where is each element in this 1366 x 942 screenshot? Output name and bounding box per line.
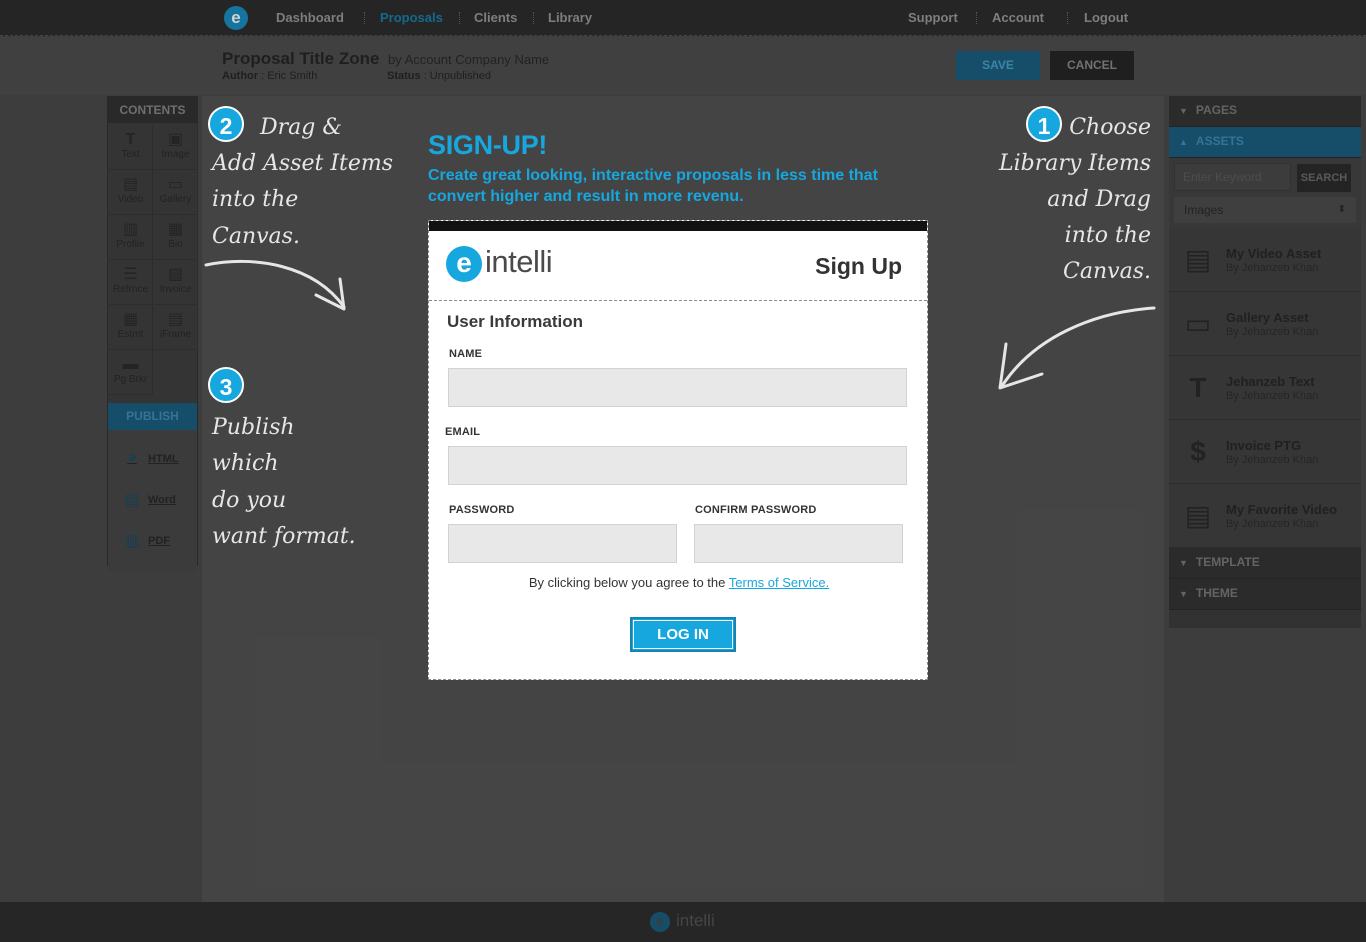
onboarding-overlay: 2 Drag & Add Asset Items into the Canvas… [0,0,1366,942]
step-2-line-2: Add Asset Items [212,151,394,176]
step-1-arrow-icon [998,306,1156,390]
step-3-line-2: which [212,451,279,476]
confirm-password-input[interactable] [694,524,903,563]
step-3-line-4: want format. [212,524,356,549]
modal-top-bar [429,221,927,231]
step-2-line-1: Drag & [260,115,342,140]
password-label: PASSWORD [449,504,515,516]
step-2-line-3: into the [212,187,299,212]
signup-subtext: Create great looking, interactive propos… [428,167,878,205]
modal-header: e intelli Sign Up [429,231,927,301]
email-label: EMAIL [445,426,481,438]
step-3-line-3: do you [212,488,287,513]
password-input[interactable] [448,524,677,563]
intelli-logo-icon: e [446,246,482,282]
name-label: NAME [449,348,483,360]
intelli-logo-text: intelli [485,244,553,279]
name-input[interactable] [448,368,907,407]
signup-modal: e intelli Sign Up User Information NAME … [428,220,928,680]
signup-heading: SIGN-UP! [428,130,548,160]
step-1-line-4: into the [1064,223,1151,248]
email-input[interactable] [448,446,907,485]
step-1-line-5: Canvas. [1063,259,1151,284]
confirm-password-label: CONFIRM PASSWORD [695,504,817,516]
step-3-badge: 3 [208,367,244,403]
step-2-line-4: Canvas. [212,224,300,249]
step-1-line-2: Library Items [998,151,1151,176]
login-button[interactable]: LOG IN [630,617,736,652]
step-2-arrow-icon [204,259,346,311]
modal-title: Sign Up [815,253,902,279]
terms-prefix: By clicking below you agree to the [528,575,726,590]
step-3-line-1: Publish [212,415,295,440]
step-1-line-1: Choose [1069,115,1151,140]
step-1-line-3: and Drag [1047,187,1151,212]
step-2-badge: 2 [208,106,244,142]
step-1-badge: 1 [1026,106,1062,142]
terms-notice: By clicking below you agree to the Terms… [429,575,929,590]
user-info-title: User Information [447,312,584,331]
terms-of-service-link[interactable]: Terms of Service. [729,575,829,590]
